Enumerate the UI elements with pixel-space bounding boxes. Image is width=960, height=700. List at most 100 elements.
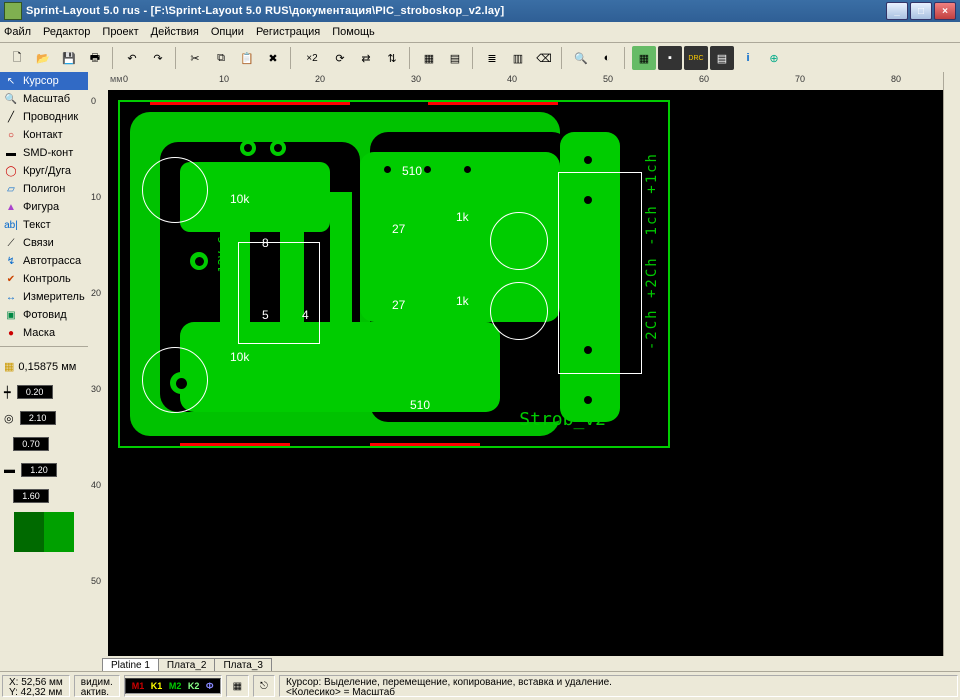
ruler-tick: 80 <box>891 74 901 84</box>
tb-drc-icon[interactable]: DRC <box>684 46 708 70</box>
tb-snap-icon[interactable]: ▥ <box>506 46 530 70</box>
tool-conn[interactable]: ⟋Связи <box>0 234 88 252</box>
tab-board-2[interactable]: Плата_2 <box>158 658 216 672</box>
ruler-tick: 10 <box>219 74 229 84</box>
tool-shape[interactable]: ▲Фигура <box>0 198 88 216</box>
tb-measure-icon[interactable]: ⊕ <box>762 46 786 70</box>
grid-value[interactable]: ▦0,15875 мм <box>0 357 88 376</box>
window-title: Sprint-Layout 5.0 rus - [F:\Sprint-Layou… <box>26 5 884 17</box>
tool-poly[interactable]: ▱Полигон <box>0 180 88 198</box>
tab-board-1[interactable]: Platine 1 <box>102 658 159 672</box>
smd-h[interactable]: 1.60 <box>0 486 88 506</box>
tab-board-3[interactable]: Плата_3 <box>214 658 272 672</box>
tb-layers-icon[interactable]: ▤ <box>710 46 734 70</box>
pad-icon: ○ <box>3 128 19 142</box>
tool-label: Контроль <box>23 273 71 285</box>
minimize-button[interactable]: _ <box>886 2 908 20</box>
measure-icon: ↔ <box>3 290 19 304</box>
num-label: 1.60 <box>13 489 49 503</box>
tb-undo-icon[interactable]: ↶ <box>120 46 144 70</box>
tb-panel-icon[interactable]: ▪ <box>658 46 682 70</box>
silk-label: 510 <box>402 164 422 178</box>
menu-options[interactable]: Опции <box>211 26 244 38</box>
tb-dup-icon[interactable]: ×2 <box>298 46 326 70</box>
ruler-tick: 40 <box>507 74 517 84</box>
tb-sep2 <box>175 47 178 69</box>
tool-track[interactable]: ╱Проводник <box>0 108 88 126</box>
menu-register[interactable]: Регистрация <box>256 26 320 38</box>
check-icon: ✔ <box>3 272 19 286</box>
tb-info-icon[interactable]: i <box>736 46 760 70</box>
menu-project[interactable]: Проект <box>102 26 138 38</box>
smd-w[interactable]: ▬1.20 <box>0 460 88 480</box>
status-macro-icon[interactable]: ⎋ <box>253 675 275 697</box>
tb-sep3 <box>290 47 293 69</box>
tb-board-icon[interactable]: ▦ <box>632 46 656 70</box>
text-icon: ab| <box>3 218 19 232</box>
tb-cut-icon[interactable]: ✂ <box>183 46 207 70</box>
tb-zoom-icon[interactable]: 🔍 <box>569 46 593 70</box>
pad-in[interactable]: 0.70 <box>0 434 88 454</box>
ruler-vertical: 01020304050 <box>88 90 109 656</box>
color-swatch[interactable] <box>14 512 74 552</box>
tb-paste-icon[interactable]: 📋 <box>235 46 259 70</box>
tb-open-icon[interactable]: 📂 <box>31 46 55 70</box>
tool-photo[interactable]: ▣Фотовид <box>0 306 88 324</box>
tool-check[interactable]: ✔ Контроль <box>0 270 88 288</box>
tb-new-icon[interactable]: 🗋 <box>5 46 29 70</box>
tool-label: Маска <box>23 327 55 339</box>
maximize-button[interactable]: □ <box>910 2 932 20</box>
tb-redo-icon[interactable]: ↷ <box>146 46 170 70</box>
tool-circle[interactable]: ◯Круг/Дуга <box>0 162 88 180</box>
tool-pad[interactable]: ○Контакт <box>0 126 88 144</box>
tool-auto[interactable]: ↯Автотрасса <box>0 252 88 270</box>
silk-outline <box>142 347 208 413</box>
menu-help[interactable]: Помощь <box>332 26 375 38</box>
tool-smd[interactable]: ▬SMD-конт <box>0 144 88 162</box>
tb-remove-icon[interactable]: ⌫ <box>532 46 556 70</box>
pcb-canvas[interactable]: 10k 10k 510 510 27 27 1k 1k 5 8 4 Strob_… <box>108 90 944 656</box>
tb-group-icon[interactable]: ▦ <box>417 46 441 70</box>
scrollbar-vertical[interactable] <box>943 72 960 656</box>
trk-width[interactable]: ┿0.20 <box>0 382 88 402</box>
silk-outline <box>558 172 642 374</box>
silk-outline <box>142 157 208 223</box>
tb-contrast-icon[interactable]: ◐ <box>595 46 619 70</box>
title-bar: Sprint-Layout 5.0 rus - [F:\Sprint-Layou… <box>0 0 960 22</box>
tool-label: Масштаб <box>23 93 70 105</box>
menu-editor[interactable]: Редактор <box>43 26 90 38</box>
tool-mask[interactable]: ●Маска <box>0 324 88 342</box>
pad-out[interactable]: ◎2.10 <box>0 408 88 428</box>
tool-zoom[interactable]: 🔍Масштаб <box>0 90 88 108</box>
poly-icon: ▱ <box>3 182 19 196</box>
tool-label: Проводник <box>23 111 78 123</box>
layer-m2: M2 <box>169 681 182 691</box>
tb-copy-icon[interactable]: ⧉ <box>209 46 233 70</box>
tool-label: Измеритель <box>23 291 85 303</box>
tb-align-icon[interactable]: ≣ <box>480 46 504 70</box>
status-active: актив. <box>81 688 109 698</box>
tb-print-icon[interactable]: 🖶 <box>83 46 107 70</box>
menu-actions[interactable]: Действия <box>151 26 199 38</box>
tb-delete-icon[interactable]: ✖ <box>261 46 285 70</box>
board-edge <box>370 443 480 446</box>
tb-fliph-icon[interactable]: ⇄ <box>354 46 378 70</box>
tb-rotate-icon[interactable]: ⟳ <box>328 46 352 70</box>
photo-icon: ▣ <box>3 308 19 322</box>
main-toolbar: 🗋 📂 💾 🖶 ↶ ↷ ✂ ⧉ 📋 ✖ ×2 ⟳ ⇄ ⇅ ▦ ▤ ≣ ▥ ⌫ 🔍… <box>0 43 960 74</box>
tb-save-icon[interactable]: 💾 <box>57 46 81 70</box>
tb-flipv-icon[interactable]: ⇅ <box>380 46 404 70</box>
layer-selector[interactable]: M1 K1 M2 K2 Ф <box>125 678 221 694</box>
close-button[interactable]: × <box>934 2 956 20</box>
auto-icon: ↯ <box>3 254 19 268</box>
tool-measure[interactable]: ↔ Измеритель <box>0 288 88 306</box>
ruler-horizontal: мм 01020304050607080 <box>108 72 944 91</box>
status-layers-icon[interactable]: ▦ <box>226 675 249 697</box>
board-edge <box>428 102 558 105</box>
menu-file[interactable]: Файл <box>4 26 31 38</box>
tool-cursor[interactable]: ↖Курсор <box>0 72 88 90</box>
ruler-tick: 20 <box>315 74 325 84</box>
tb-ungroup-icon[interactable]: ▤ <box>443 46 467 70</box>
circle-icon: ◯ <box>3 164 19 178</box>
tool-text[interactable]: ab|Текст <box>0 216 88 234</box>
